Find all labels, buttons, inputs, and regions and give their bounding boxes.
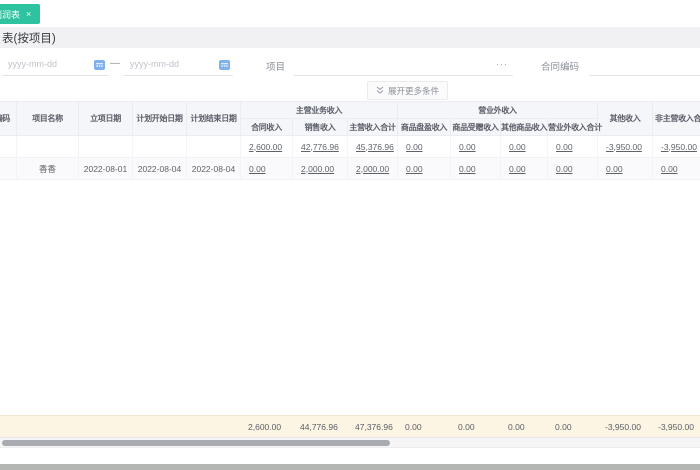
summary-amount: 0.00 [508, 421, 525, 432]
table-row-project: 香香 2022-08-01 2022-08-04 2022-08-04 0.00… [0, 157, 700, 180]
bottom-bar [0, 464, 700, 470]
report-window: 利润表 × 表(按项目) — [0, 0, 700, 470]
col-header-other-income: 其他收入 [597, 101, 653, 136]
summary-row: 2,600.00 44,776.96 47,376.96 0.00 0.00 0… [0, 415, 700, 438]
col-header-project-name: 项目名称 [16, 101, 79, 136]
amount-link[interactable]: 0.00 [500, 157, 548, 180]
footer-area [0, 447, 700, 465]
amount-link[interactable]: 0.00 [450, 135, 501, 158]
plan-end-date-cell: 2022-08-04 [186, 157, 241, 180]
col-header-sales-income: 销售收入 [292, 118, 348, 136]
plan-start-date-cell: 2022-08-04 [132, 157, 187, 180]
date-end-input[interactable] [124, 59, 202, 69]
expand-more-label: 展开更多条件 [388, 85, 440, 96]
summary-amount: 0.00 [555, 421, 572, 432]
summary-amount: 2,600.00 [248, 421, 282, 432]
col-header-filing-date: 立项日期 [78, 101, 133, 136]
amount-link[interactable]: 42,776.96 [292, 135, 348, 158]
summary-empty-cell [0, 416, 16, 437]
project-label: 项目 [266, 62, 286, 73]
summary-empty-cell [132, 416, 186, 437]
contract-code-label: 合同编码 [541, 62, 580, 73]
col-header-goods-surplus-income: 商品盘盈收入 [397, 118, 451, 136]
col-header-goods-donated-income: 商品受赠收入 [450, 118, 501, 136]
tab-close-icon[interactable]: × [26, 9, 31, 19]
project-code-cell [0, 135, 17, 158]
date-start-input[interactable] [2, 59, 80, 69]
summary-amount: 0.00 [458, 421, 475, 432]
scrollbar-thumb[interactable] [2, 440, 390, 446]
amount-link[interactable]: 0.00 [597, 157, 653, 180]
project-input[interactable] [294, 59, 496, 69]
project-picker-dots-icon[interactable]: ··· [496, 59, 510, 69]
amount-link[interactable]: 2,600.00 [240, 135, 293, 158]
report-table: 编码 项目名称 立项日期 计划开始日期 计划结束日期 主营业务收入 营业外收入 … [0, 101, 700, 180]
col-header-plan-start-date: 计划开始日期 [132, 101, 187, 136]
project-name-cell: 香香 [16, 157, 79, 180]
group-header-non-operating-income: 营业外收入 [397, 101, 598, 119]
summary-empty-cell [186, 416, 240, 437]
plan-end-date-cell [186, 135, 241, 158]
amount-link[interactable]: 45,376.96 [347, 135, 398, 158]
col-header-other-goods-income: 其他商品收入 [500, 118, 548, 136]
page-title: 表(按项目) [2, 32, 56, 45]
col-header-project-code: 编码 [0, 101, 17, 136]
col-header-non-operating-income-total: 营业外收入合计 [547, 118, 602, 136]
filing-date-cell [78, 135, 133, 158]
report-table-area: 编码 项目名称 立项日期 计划开始日期 计划结束日期 主营业务收入 营业外收入 … [0, 101, 700, 180]
amount-link[interactable]: 2,000.00 [292, 157, 348, 180]
amount-link[interactable]: 0.00 [397, 157, 451, 180]
summary-amount: 0.00 [405, 421, 422, 432]
date-start-field[interactable] [2, 53, 108, 76]
amount-link[interactable]: 0.00 [500, 135, 548, 158]
col-header-contract-income: 合同收入 [240, 118, 293, 136]
summary-table: 2,600.00 44,776.96 47,376.96 0.00 0.00 0… [0, 416, 700, 437]
contract-code-field[interactable]: ··· [589, 53, 700, 76]
amount-link[interactable]: 0.00 [547, 157, 598, 180]
summary-amount: 44,776.96 [300, 421, 338, 432]
filter-bar: — 项目 ··· 合同编码 ··· [0, 48, 700, 80]
project-name-cell [16, 135, 79, 158]
col-header-main-income-total: 主营收入合计 [347, 118, 398, 136]
summary-amount: -3,950.00 [658, 421, 694, 432]
calendar-icon[interactable] [219, 59, 230, 70]
amount-link[interactable]: 0.00 [450, 157, 501, 180]
project-code-cell [0, 157, 17, 180]
group-header-main-business-income: 主营业务收入 [240, 101, 398, 119]
tab-bar: 利润表 × [0, 0, 700, 27]
calendar-icon[interactable] [94, 59, 105, 70]
amount-link[interactable]: 0.00 [397, 135, 451, 158]
amount-link[interactable]: 2,000.00 [347, 157, 398, 180]
contract-code-input[interactable] [589, 59, 700, 69]
filing-date-cell: 2022-08-01 [78, 157, 133, 180]
plan-start-date-cell [132, 135, 187, 158]
tab-label: 利润表 [0, 9, 21, 20]
expand-row: 展开更多条件 [0, 80, 700, 100]
amount-link[interactable]: -3,950.00 [652, 135, 700, 158]
double-chevron-down-icon [376, 86, 384, 95]
amount-link[interactable]: 0.00 [240, 157, 293, 180]
date-end-field[interactable] [124, 53, 233, 76]
title-band: 表(按项目) [0, 27, 700, 48]
date-range-separator: — [110, 58, 120, 69]
expand-more-button[interactable]: 展开更多条件 [367, 81, 449, 100]
table-row-total: 2,600.00 42,776.96 45,376.96 0.00 0.00 0… [0, 135, 700, 158]
summary-empty-cell [78, 416, 132, 437]
project-field[interactable]: ··· [294, 53, 513, 76]
summary-amount: -3,950.00 [605, 421, 641, 432]
amount-link[interactable]: 0.00 [547, 135, 598, 158]
summary-empty-cell [16, 416, 78, 437]
tab-income-statement[interactable]: 利润表 × [0, 4, 41, 24]
col-header-non-main-income-total: 非主营收入合计 [652, 101, 700, 136]
summary-amount: 47,376.96 [355, 421, 393, 432]
amount-link[interactable]: -3,950.00 [597, 135, 653, 158]
amount-link[interactable]: 0.00 [652, 157, 700, 180]
col-header-plan-end-date: 计划结束日期 [186, 101, 241, 136]
